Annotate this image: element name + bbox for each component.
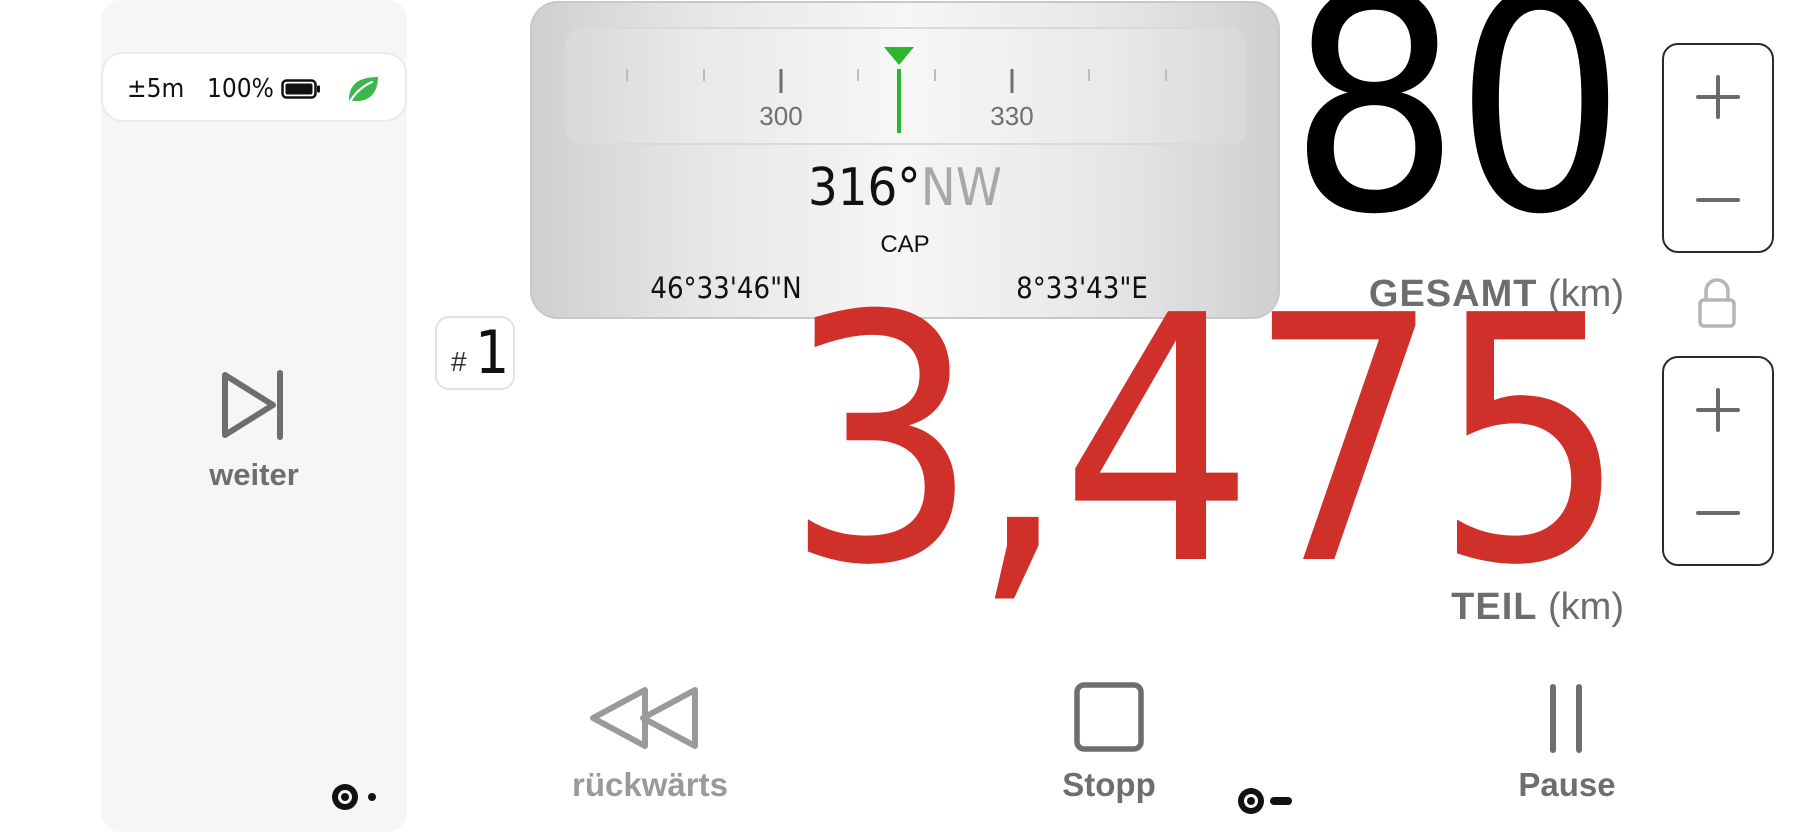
rewind-label: rückwärts [572,766,728,803]
battery-full-icon [281,79,321,103]
plus-icon [1696,387,1740,432]
lock-icon[interactable] [1697,277,1737,333]
recording-indicator-center [1236,786,1296,820]
recording-indicator-left [330,782,376,816]
skip-forward-icon [222,370,283,440]
pause-label: Pause [1518,766,1616,803]
heading-readout: 316°NW [532,158,1278,218]
battery-percent: 100% [207,74,274,104]
lap-prefix: # [451,346,467,377]
pause-icon [1550,684,1582,753]
pause-button[interactable]: Pause [1452,670,1682,810]
partial-stepper [1662,356,1774,566]
partial-distance-label: TEIL (km) [1451,586,1624,629]
plus-icon [1696,74,1740,119]
tick-label-330: 330 [990,101,1034,131]
partial-distance-value: 3,475 [784,244,1628,640]
next-label: weiter [209,457,299,492]
stop-label: Stopp [1062,766,1156,803]
partial-label: TEIL [1451,586,1538,628]
stop-icon [1074,682,1144,752]
next-button[interactable]: weiter [101,345,407,515]
total-distance-value: 80 [1288,0,1626,280]
partial-unit: (km) [1548,586,1624,628]
rewind-button[interactable]: rückwärts [535,670,765,810]
minus-icon [1696,510,1740,515]
heading-direction: NW [920,158,1002,218]
minus-icon [1696,197,1740,202]
total-decrement-button[interactable] [1664,148,1772,251]
gps-accuracy: ±5m [127,74,185,104]
tick-label-300: 300 [759,101,803,131]
stop-button[interactable]: Stopp [994,670,1224,810]
partial-increment-button[interactable] [1664,358,1772,461]
lap-indicator[interactable]: # 1 [435,316,515,390]
trip-computer-screen: ±5m 100% weiter 300 330 316°NW CAP 46°33… [0,0,1800,832]
heading-degrees: 316° [808,158,921,218]
total-increment-button[interactable] [1664,45,1772,148]
compass-tape: 300 330 [565,27,1247,145]
partial-decrement-button[interactable] [1664,461,1772,564]
leaf-icon [345,74,381,108]
rewind-icon [590,687,698,749]
heading-marker-triangle [884,47,914,65]
total-stepper [1662,43,1774,253]
lap-number: 1 [475,318,510,388]
status-bar: ±5m 100% [101,52,407,122]
